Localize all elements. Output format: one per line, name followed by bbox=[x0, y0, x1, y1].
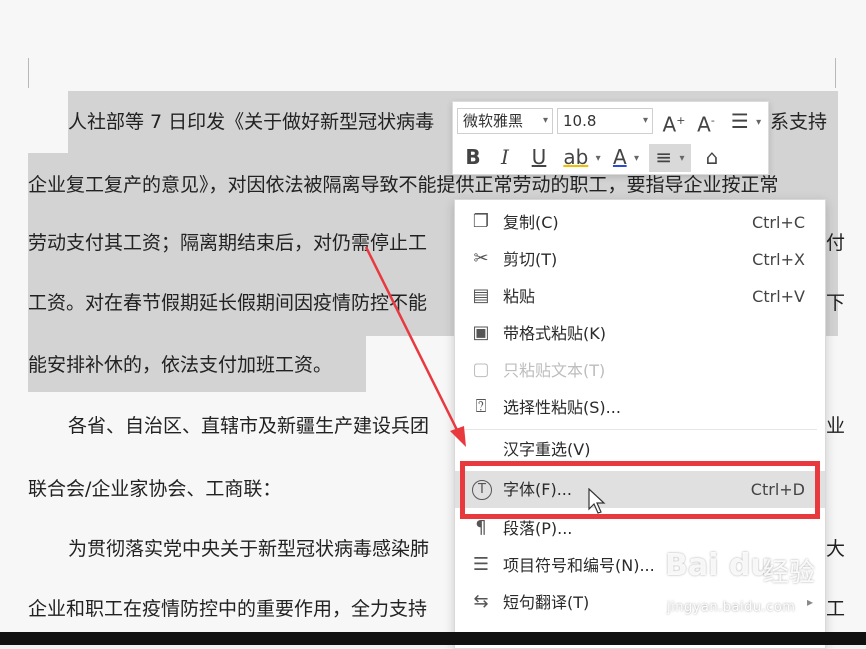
highlight-icon: ab bbox=[563, 145, 589, 169]
align-button[interactable]: ≡ bbox=[649, 144, 691, 172]
menu-item-label: 剪切(T) bbox=[503, 250, 558, 269]
grow-font-button[interactable]: A+ bbox=[661, 108, 687, 138]
line-spacing-icon: ☰ bbox=[730, 109, 749, 133]
line-spacing-button[interactable]: ☰ bbox=[727, 108, 765, 136]
document-text-line: 能安排补休的，依法支付加班工资。 bbox=[28, 354, 333, 376]
document-text-line: 工 bbox=[826, 598, 846, 620]
menu-item-label: 复制(C) bbox=[503, 213, 559, 232]
menu-item-label: 短句翻译(T) bbox=[503, 593, 590, 612]
copy-icon: ❐ bbox=[472, 211, 490, 232]
shrink-font-button[interactable]: A- bbox=[693, 108, 719, 138]
document-text-line: 下 bbox=[826, 292, 846, 314]
font-size-select[interactable]: 10.8 ▾ bbox=[557, 108, 653, 134]
menu-item-shortcut: Ctrl+V bbox=[752, 287, 805, 306]
floating-format-toolbar: 微软雅黑 ▾ 10.8 ▾ A+ A- ☰ B I U ab A ≡ ⌂ bbox=[452, 101, 769, 175]
menu-item-label: 字体(F)... bbox=[503, 480, 572, 499]
scissors-icon: ✂ bbox=[473, 248, 489, 269]
chevron-down-icon: ▾ bbox=[642, 115, 648, 126]
bold-button[interactable]: B bbox=[461, 144, 485, 170]
menu-item-font[interactable]: T 字体(F)... Ctrl+D bbox=[455, 471, 825, 508]
document-text-line: 为贯彻落实党中央关于新型冠状病毒感染肺 bbox=[68, 538, 430, 560]
menu-item-label: 选择性粘贴(S)... bbox=[503, 398, 621, 417]
paste-text-icon: ▢ bbox=[472, 359, 490, 380]
menu-item-reconvert[interactable]: 汉字重选(V) bbox=[455, 431, 825, 468]
menu-item-translate[interactable]: ⇆ 短句翻译(T) ▸ bbox=[455, 584, 825, 621]
menu-item-label: 带格式粘贴(K) bbox=[503, 324, 606, 343]
menu-item-paste-with-format[interactable]: ▣ 带格式粘贴(K) bbox=[455, 315, 825, 352]
format-painter-button[interactable]: ⌂ bbox=[699, 144, 725, 170]
shrink-font-icon: A bbox=[697, 112, 711, 137]
grow-font-icon: A bbox=[662, 112, 677, 137]
chevron-right-icon: ▸ bbox=[806, 595, 813, 609]
font-color-button[interactable]: A bbox=[609, 144, 643, 172]
document-text-line: 联合会/企业家协会、工商联： bbox=[28, 478, 282, 500]
font-color-icon: A bbox=[612, 145, 627, 169]
italic-button[interactable]: I bbox=[493, 144, 517, 170]
paragraph-icon: ¶ bbox=[475, 517, 487, 538]
menu-item-label: 只粘贴文本(T) bbox=[503, 361, 606, 380]
menu-item-paragraph[interactable]: ¶ 段落(P)... bbox=[455, 510, 825, 547]
highlight-button[interactable]: ab bbox=[561, 144, 603, 172]
menu-item-shortcut: Ctrl+D bbox=[750, 480, 805, 499]
menu-item-bullets-numbering[interactable]: ☰ 项目符号和编号(N)... bbox=[455, 547, 825, 584]
mouse-cursor-icon bbox=[588, 488, 606, 514]
menu-item-label: 段落(P)... bbox=[503, 519, 573, 538]
menu-item-paste-special[interactable]: ⍰ 选择性粘贴(S)... bbox=[455, 389, 825, 426]
menu-item-label: 项目符号和编号(N)... bbox=[503, 556, 655, 575]
clipboard-icon: ▤ bbox=[472, 285, 490, 306]
font-size-value: 10.8 bbox=[563, 112, 597, 130]
menu-item-cut[interactable]: ✂ 剪切(T) Ctrl+X bbox=[455, 241, 825, 278]
font-icon: T bbox=[472, 480, 492, 500]
document-text-line: 人社部等 7 日印发《关于做好新型冠状病毒 bbox=[68, 111, 435, 133]
chevron-down-icon: ▾ bbox=[542, 115, 548, 126]
bullet-list-icon: ☰ bbox=[472, 554, 490, 575]
format-painter-icon: ⌂ bbox=[705, 145, 719, 169]
translate-icon: ⇆ bbox=[473, 591, 489, 612]
menu-item-shortcut: Ctrl+C bbox=[751, 213, 805, 232]
menu-item-copy[interactable]: ❐ 复制(C) Ctrl+C bbox=[455, 204, 825, 241]
document-text-line: 工资。对在春节假期延长假期间因疫情防控不能 bbox=[28, 292, 428, 314]
menu-item-paste-text-only: ▢ 只粘贴文本(T) bbox=[455, 352, 825, 389]
document-text-line: 劳动支付其工资；隔离期结束后，对仍需停止工 bbox=[28, 232, 428, 254]
bottom-bar bbox=[0, 632, 866, 645]
font-name-value: 微软雅黑 bbox=[463, 112, 524, 130]
document-text-line: 各省、自治区、直辖市及新疆生产建设兵团 bbox=[68, 415, 430, 437]
context-menu: ❐ 复制(C) Ctrl+C ✂ 剪切(T) Ctrl+X ▤ 粘贴 Ctrl+… bbox=[454, 199, 826, 649]
document-text-line: 付 bbox=[826, 232, 846, 254]
menu-item-label: 汉字重选(V) bbox=[503, 440, 591, 459]
document-text-line: 系支持 bbox=[770, 111, 828, 133]
font-name-select[interactable]: 微软雅黑 ▾ bbox=[457, 108, 553, 134]
document-text-line: 企业复工复产的意见》，对因依法被隔离导致不能提供正常劳动的职工，要指导企业按正常 bbox=[28, 174, 779, 196]
page-corner-mark bbox=[28, 58, 29, 88]
underline-button[interactable]: U bbox=[527, 144, 551, 170]
paste-format-icon: ▣ bbox=[472, 322, 490, 343]
align-left-icon: ≡ bbox=[655, 145, 673, 169]
page-corner-mark bbox=[835, 58, 836, 88]
menu-item-paste[interactable]: ▤ 粘贴 Ctrl+V bbox=[455, 278, 825, 315]
document-text-line: 企业和职工在疫情防控中的重要作用，全力支持 bbox=[28, 598, 428, 620]
menu-item-label: 粘贴 bbox=[503, 287, 536, 306]
document-text-line: 业 bbox=[826, 415, 846, 437]
menu-item-shortcut: Ctrl+X bbox=[752, 250, 805, 269]
menu-separator bbox=[465, 429, 817, 430]
paste-special-icon: ⍰ bbox=[475, 396, 487, 417]
document-text-line: 大 bbox=[826, 538, 846, 560]
